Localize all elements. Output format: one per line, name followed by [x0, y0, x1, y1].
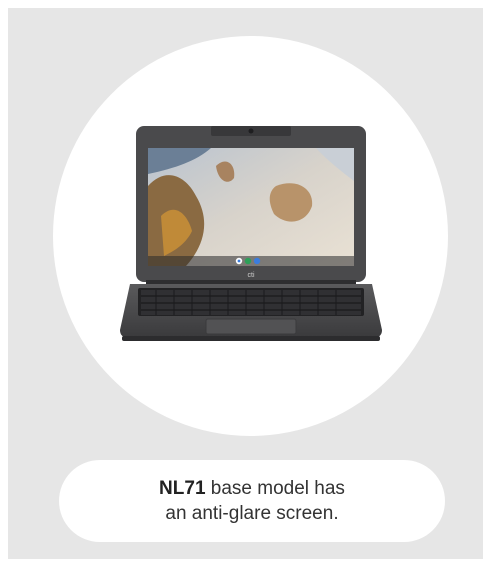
play-store-icon	[253, 257, 261, 265]
feature-caption: NL71 base model has an anti-glare screen…	[59, 460, 445, 542]
laptop-image: cti	[120, 126, 382, 341]
model-name: NL71	[159, 478, 206, 499]
caption-line-2: an anti-glare screen.	[165, 503, 339, 524]
webcam	[248, 128, 254, 134]
caption-line-1-text: base model has	[205, 478, 345, 499]
brand-mark: cti	[248, 272, 255, 279]
touchpad	[205, 318, 297, 335]
feature-card: cti NL71 base model has an anti-glare sc…	[8, 8, 483, 559]
files-icon	[244, 257, 252, 265]
caption-line-1: NL71 base model has	[159, 476, 345, 501]
